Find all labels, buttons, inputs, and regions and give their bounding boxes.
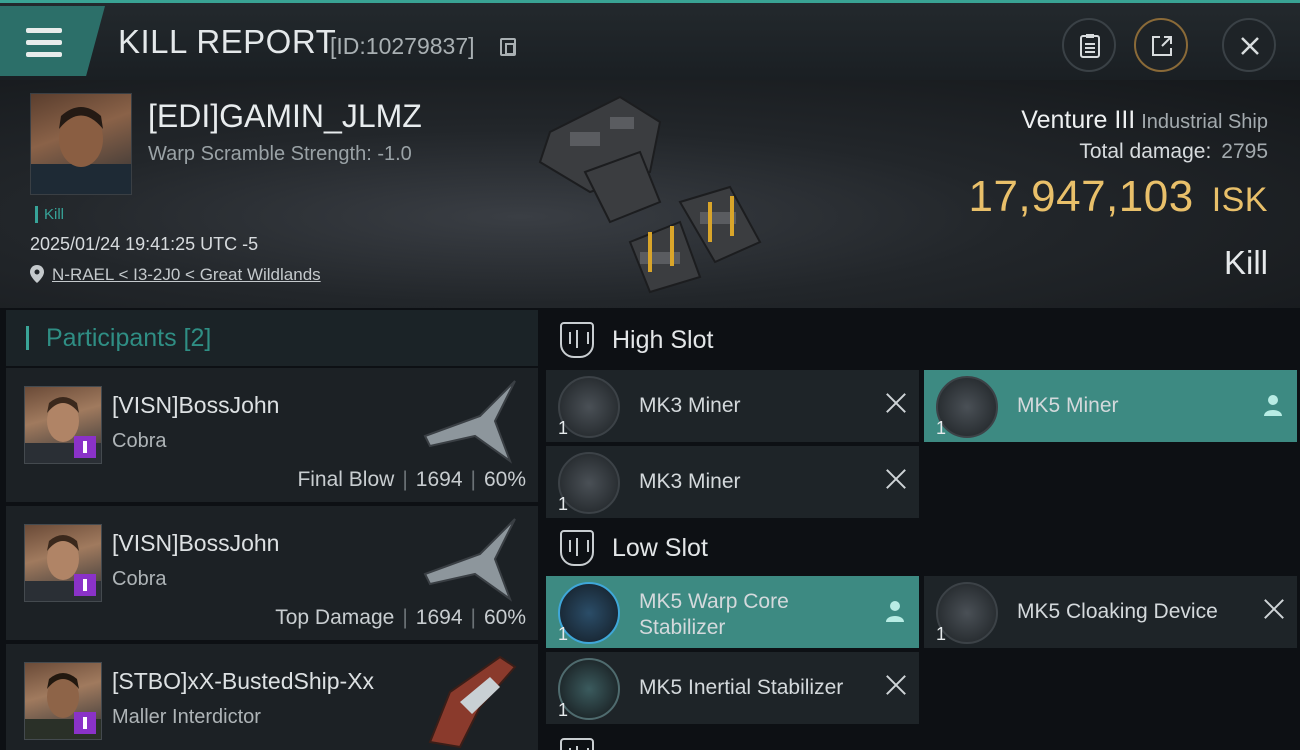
module-item[interactable]: 1 MK5 Warp Core Stabilizer (546, 576, 919, 648)
corp-badge-icon (74, 712, 96, 734)
module-item[interactable]: 1 MK3 Miner (546, 446, 919, 518)
top-bar: KILL REPORT [ID:10279837] (0, 0, 1300, 80)
high-slot-icon (560, 322, 594, 358)
kill-location[interactable]: N-RAEL < I3-2J0 < Great Wildlands (30, 265, 321, 285)
kill-result: Kill (1223, 244, 1268, 281)
participant-card[interactable]: [VISN]BossJohn Cobra Top Damage | 1694 | 60% (6, 506, 538, 640)
module-name: MK3 Miner (639, 470, 741, 493)
participant-stats: Top Damage | 1694 | 60% (275, 606, 526, 629)
menu-button[interactable] (0, 6, 105, 76)
report-id: [ID:10279837] (330, 33, 475, 59)
module-quantity: 1 (558, 418, 569, 438)
participant-role: Final Blow (297, 468, 395, 491)
module-name: MK5 Inertial Stabilizer (639, 676, 844, 699)
module-quantity: 1 (558, 700, 569, 720)
kill-tag: Kill (35, 206, 64, 223)
high-slot-title: High Slot (612, 326, 714, 354)
module-item[interactable]: 1 MK5 Cloaking Device (924, 576, 1297, 648)
close-icon (1241, 37, 1259, 55)
module-item[interactable]: 1 MK3 Miner (546, 370, 919, 442)
dropped-person-icon (1264, 395, 1282, 416)
participant-name: [VISN]BossJohn (112, 392, 280, 418)
share-button[interactable] (1134, 18, 1188, 72)
isk-amount: 17,947,103 (968, 172, 1194, 221)
isk-unit: ISK (1211, 181, 1268, 219)
participants-header: Participants [2] (6, 310, 538, 366)
participant-card[interactable]: [VISN]BossJohn Cobra Final Blow | 1694 | 60% (6, 368, 538, 502)
module-name: MK5 Miner (1017, 394, 1119, 417)
location-pin-icon (30, 265, 44, 283)
low-slot-icon (560, 530, 594, 566)
page-title: KILL REPORT (118, 23, 337, 60)
destroyed-icon (885, 468, 907, 490)
participant-damage: 1694 (415, 468, 463, 491)
total-damage-value: 2795 (1221, 140, 1268, 163)
high-slot-header: High Slot (546, 310, 1296, 370)
participant-damage: 1694 (415, 606, 463, 629)
participant-role: Top Damage (275, 606, 395, 629)
participant-percent: 60% (483, 606, 526, 629)
corp-badge-icon (74, 436, 96, 458)
close-button[interactable] (1222, 18, 1276, 72)
module-quantity: 1 (936, 418, 947, 438)
clipboard-icon (1080, 34, 1100, 58)
participant-name: [STBO]xX-BustedShip-Xx (112, 668, 375, 694)
ship-class: Industrial Ship (1141, 111, 1268, 133)
destroyed-icon (1263, 598, 1285, 620)
participant-percent: 60% (483, 468, 526, 491)
victim-ship-image (538, 95, 762, 294)
mid-slot-header (546, 728, 1296, 750)
isk-value: 17,947,103 ISK (968, 172, 1268, 222)
module-name: MK5 Cloaking Device (1017, 600, 1218, 623)
module-name: MK5 Warp Core Stabilizer (639, 590, 789, 639)
participant-stats: Final Blow | 1694 | 60% (297, 468, 526, 491)
corp-badge-icon (74, 574, 96, 596)
victim-ship[interactable]: Venture III Industrial Ship (1021, 106, 1268, 135)
module-quantity: 1 (558, 624, 569, 644)
menu-icon (26, 28, 62, 33)
location-link[interactable]: N-RAEL < I3-2J0 < Great Wildlands (52, 265, 321, 284)
module-item[interactable]: 1 MK5 Inertial Stabilizer (546, 652, 919, 724)
participant-ship: Maller Interdictor (112, 706, 261, 728)
participant-name: [VISN]BossJohn (112, 530, 280, 556)
ship-name: Venture III (1021, 106, 1136, 134)
victim-name[interactable]: [EDI]GAMIN_JLMZ (148, 98, 422, 135)
warp-scramble-strength: Warp Scramble Strength: -1.0 (148, 143, 412, 165)
participant-ship: Cobra (112, 568, 167, 590)
clipboard-button[interactable] (1062, 18, 1116, 72)
victim-avatar[interactable] (30, 93, 132, 195)
destroyed-icon (885, 392, 907, 414)
mid-slot-icon (560, 738, 594, 750)
kill-datetime: 2025/01/24 19:41:25 UTC -5 (30, 234, 259, 254)
module-quantity: 1 (558, 494, 569, 514)
low-slot-title: Low Slot (612, 534, 708, 562)
participant-ship: Cobra (112, 430, 167, 452)
total-damage-label: Total damage: (1079, 140, 1212, 163)
low-slot-header: Low Slot (546, 518, 1296, 578)
module-name: MK3 Miner (639, 394, 741, 417)
participant-ship-image (423, 380, 516, 464)
share-icon (1152, 36, 1172, 56)
participants-title: Participants [2] (46, 324, 212, 352)
module-quantity: 1 (936, 624, 947, 644)
participant-ship-image (423, 518, 516, 602)
total-damage: Total damage: 2795 (1079, 140, 1268, 164)
copy-id-icon[interactable] (500, 38, 516, 56)
destroyed-icon (885, 674, 907, 696)
participant-ship-image (428, 655, 517, 749)
participant-card[interactable]: [STBO]xX-BustedShip-Xx Maller Interdicto… (6, 644, 538, 750)
module-item[interactable]: 1 MK5 Miner (924, 370, 1297, 442)
dropped-person-icon (886, 601, 904, 622)
